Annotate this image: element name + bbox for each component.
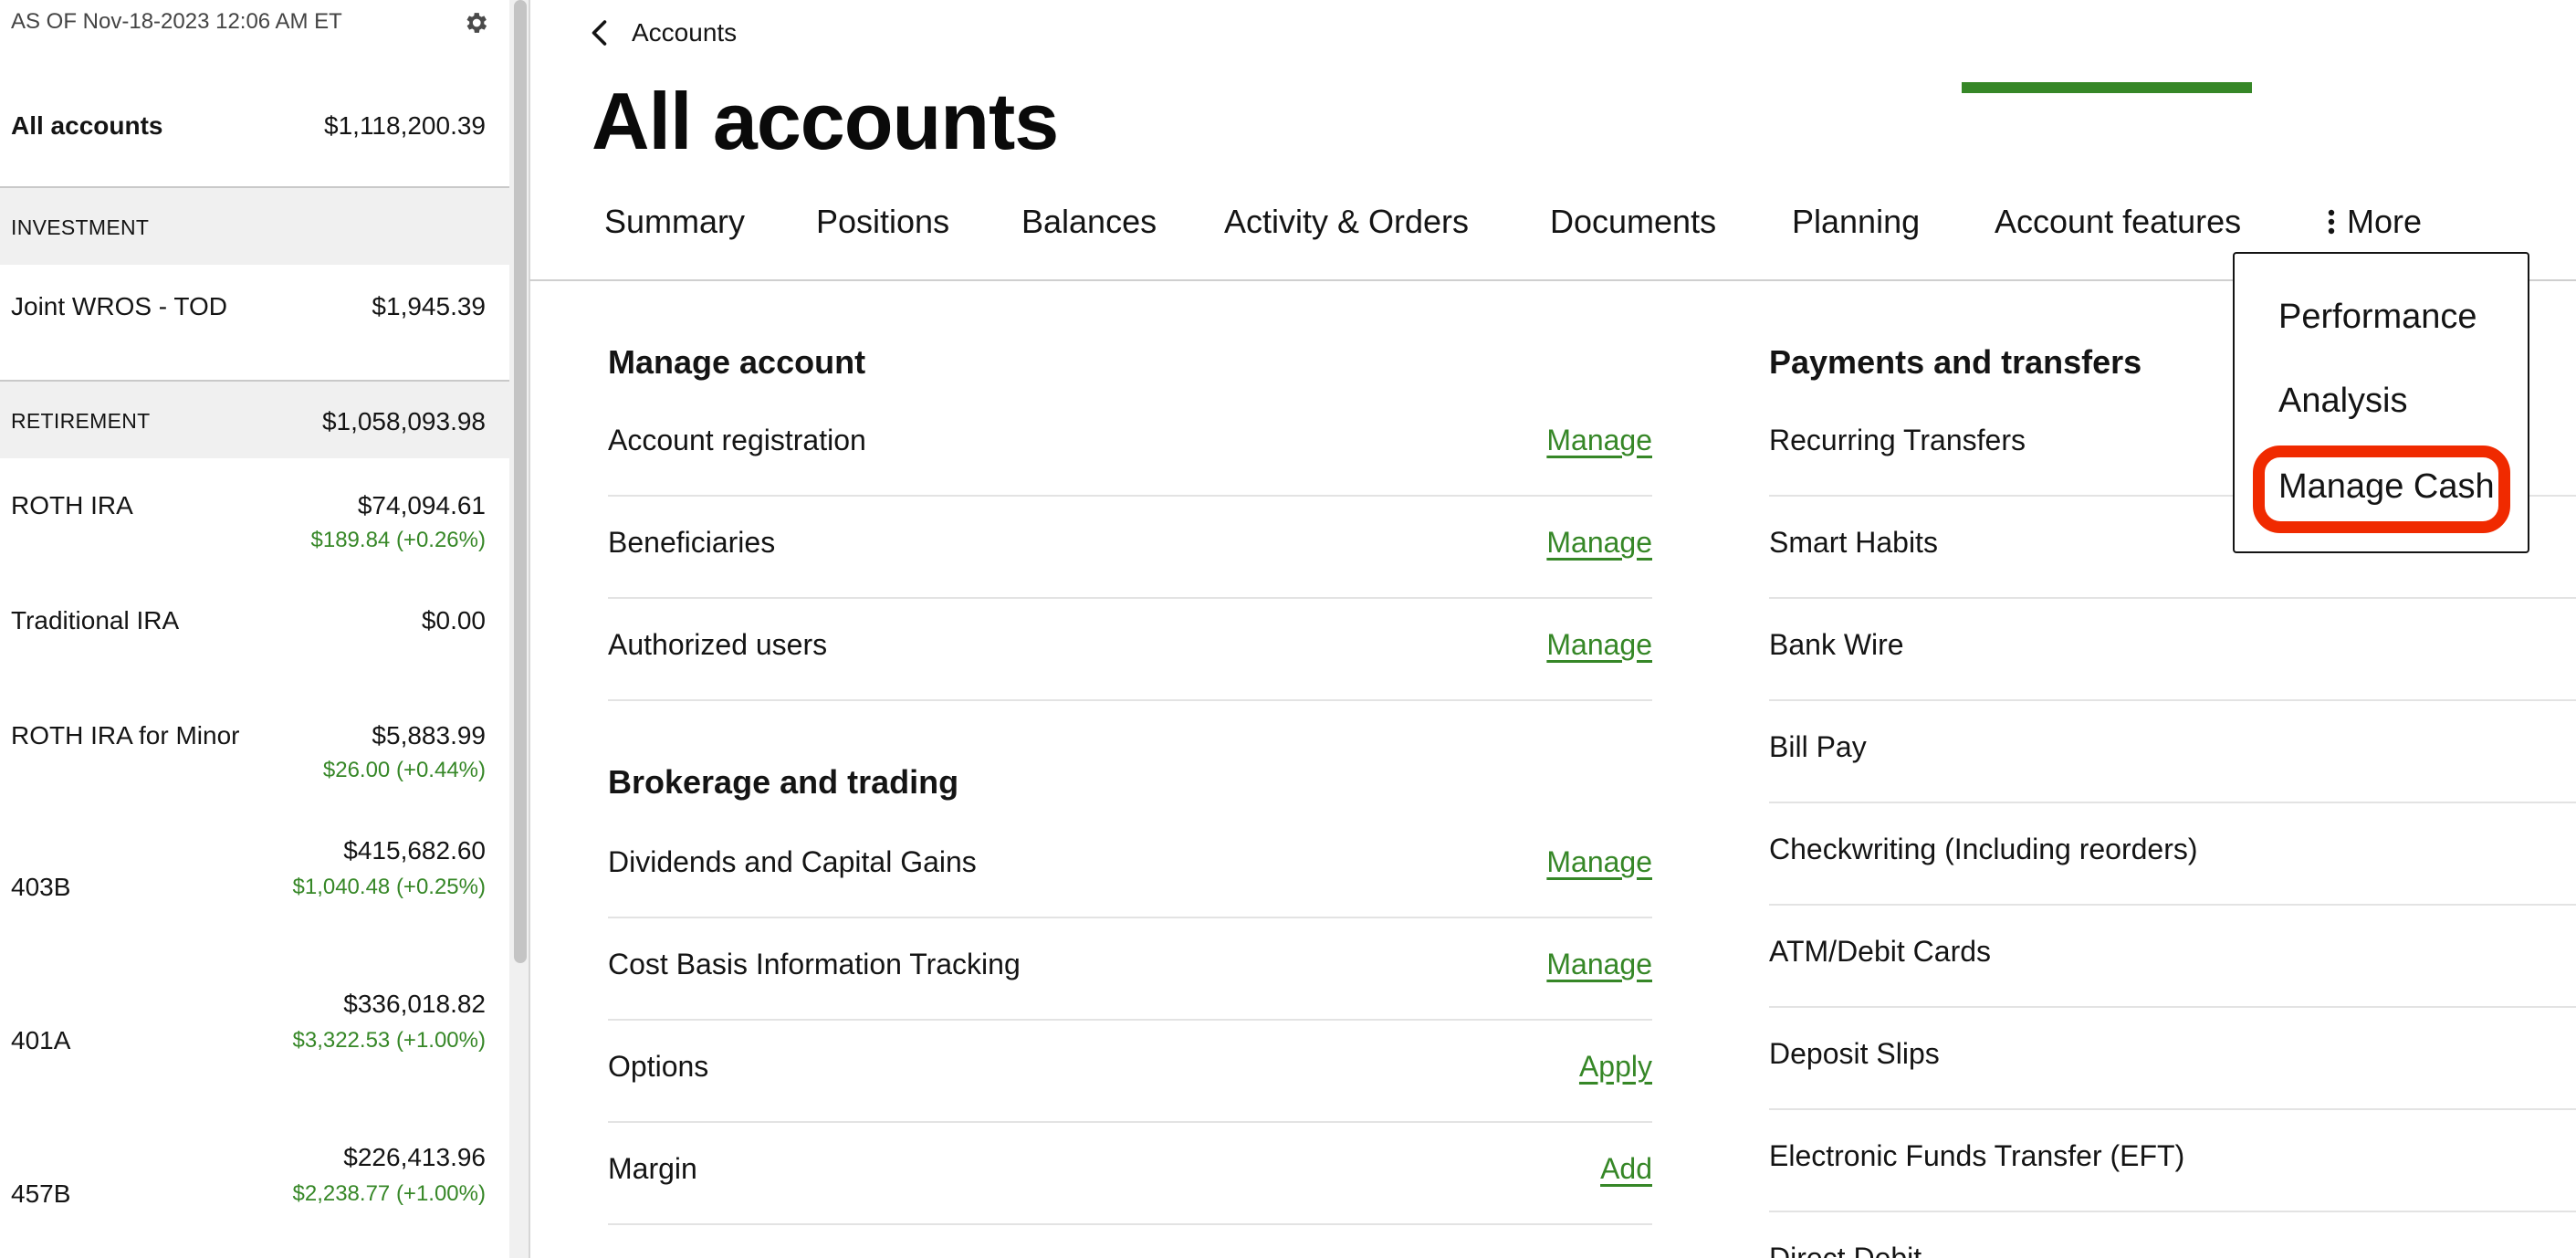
account-name: 401A bbox=[11, 1026, 71, 1054]
feature-row-direct-debit[interactable]: Direct Debit bbox=[1769, 1212, 2576, 1258]
feature-row-dividends: Dividends and Capital Gains Manage bbox=[608, 816, 1652, 918]
tab-positions[interactable]: Positions bbox=[816, 203, 949, 241]
account-value: $226,413.96 bbox=[343, 1143, 486, 1171]
account-row-403b[interactable]: 403B $415,682.60 $1,040.48 (+0.25%) bbox=[0, 803, 509, 957]
accounts-sidebar: AS OF Nov-18-2023 12:06 AM ET All accoun… bbox=[0, 0, 529, 1258]
feature-label: Authorized users bbox=[608, 628, 828, 661]
feature-label: Dividends and Capital Gains bbox=[608, 845, 977, 878]
payments-heading: Payments and transfers bbox=[1769, 343, 2142, 381]
menu-item-performance[interactable]: Performance bbox=[2278, 298, 2477, 337]
feature-label: Options bbox=[608, 1050, 709, 1083]
feature-label: Recurring Transfers bbox=[1769, 424, 2026, 456]
account-value: $5,883.99 bbox=[372, 721, 486, 750]
feature-label: ATM/Debit Cards bbox=[1769, 935, 1992, 968]
feature-row-account-registration: Account registration Manage bbox=[608, 394, 1652, 497]
manage-link[interactable]: Manage bbox=[1546, 424, 1652, 457]
more-dropdown-menu: Performance Analysis Manage Cash bbox=[2233, 252, 2529, 553]
feature-label: Margin bbox=[608, 1152, 697, 1185]
retirement-total: $1,058,093.98 bbox=[321, 407, 486, 435]
feature-label: Beneficiaries bbox=[608, 526, 776, 559]
feature-label: Electronic Funds Transfer (EFT) bbox=[1769, 1139, 2185, 1172]
feature-label: Smart Habits bbox=[1769, 526, 1938, 559]
all-accounts-value: $1,118,200.39 bbox=[324, 111, 486, 140]
account-value: $74,094.61 bbox=[357, 491, 486, 519]
retirement-section-header[interactable]: RETIREMENT $1,058,093.98 bbox=[0, 380, 509, 458]
manage-link[interactable]: Manage bbox=[1546, 948, 1652, 981]
tab-documents[interactable]: Documents bbox=[1550, 203, 1716, 241]
feature-row-eft[interactable]: Electronic Funds Transfer (EFT) bbox=[1769, 1110, 2576, 1212]
tab-activity-orders[interactable]: Activity & Orders bbox=[1224, 203, 1469, 241]
feature-row-checkwriting[interactable]: Checkwriting (Including reorders) bbox=[1769, 803, 2576, 906]
feature-row-bank-wire[interactable]: Bank Wire bbox=[1769, 599, 2576, 701]
account-row-roth-ira[interactable]: ROTH IRA $74,094.61 $189.84 (+0.26%) bbox=[0, 458, 509, 573]
feature-row-authorized-users: Authorized users Manage bbox=[608, 599, 1652, 701]
account-name: 403B bbox=[11, 873, 71, 901]
as-of-timestamp: AS OF Nov-18-2023 12:06 AM ET bbox=[11, 9, 342, 34]
feature-label: Bill Pay bbox=[1769, 730, 1867, 763]
account-change: $3,322.53 (+1.00%) bbox=[292, 1028, 487, 1053]
page-title: All accounts bbox=[592, 76, 1059, 166]
apply-link[interactable]: Apply bbox=[1579, 1050, 1652, 1084]
tab-planning[interactable]: Planning bbox=[1792, 203, 1920, 241]
manage-cash-highlight bbox=[2253, 446, 2510, 533]
sidebar-scrollbar-thumb[interactable] bbox=[514, 0, 527, 963]
manage-link[interactable]: Manage bbox=[1546, 845, 1652, 879]
feature-row-atm-debit[interactable]: ATM/Debit Cards bbox=[1769, 906, 2576, 1008]
account-row-401a[interactable]: 401A $336,018.82 $3,322.53 (+1.00%) bbox=[0, 957, 509, 1110]
account-value: $336,018.82 bbox=[343, 990, 486, 1018]
account-value: $415,682.60 bbox=[343, 836, 486, 865]
account-change: $1,040.48 (+0.25%) bbox=[292, 875, 487, 899]
feature-row-bill-pay[interactable]: Bill Pay bbox=[1769, 701, 2576, 803]
feature-label: Cost Basis Information Tracking bbox=[608, 948, 1021, 980]
manage-link[interactable]: Manage bbox=[1546, 526, 1652, 560]
menu-item-analysis[interactable]: Analysis bbox=[2278, 382, 2408, 421]
account-value: $0.00 bbox=[421, 606, 486, 634]
active-tab-indicator bbox=[1962, 82, 2252, 93]
feature-row-margin: Margin Add bbox=[608, 1123, 1652, 1225]
investment-label: INVESTMENT bbox=[11, 215, 150, 239]
investment-section-header: INVESTMENT bbox=[0, 186, 509, 265]
feature-label: Deposit Slips bbox=[1769, 1037, 1940, 1070]
account-change: $2,238.77 (+1.00%) bbox=[292, 1181, 487, 1206]
feature-row-beneficiaries: Beneficiaries Manage bbox=[608, 497, 1652, 599]
tab-summary[interactable]: Summary bbox=[604, 203, 745, 241]
manage-account-heading: Manage account bbox=[608, 343, 866, 381]
retirement-label: RETIREMENT bbox=[11, 409, 151, 433]
tab-balances[interactable]: Balances bbox=[1021, 203, 1157, 241]
chevron-left-icon bbox=[592, 20, 607, 46]
account-change: $189.84 (+0.26%) bbox=[310, 528, 486, 552]
account-value: $1,945.39 bbox=[372, 292, 486, 320]
add-link[interactable]: Add bbox=[1600, 1152, 1652, 1186]
account-row-roth-ira-minor[interactable]: ROTH IRA for Minor $5,883.99 $26.00 (+0.… bbox=[0, 688, 509, 803]
account-name: 457B bbox=[11, 1179, 71, 1208]
all-accounts-row[interactable]: All accounts $1,118,200.39 bbox=[0, 91, 509, 186]
vertical-dots-icon bbox=[2328, 209, 2335, 235]
feature-label: Direct Debit bbox=[1769, 1242, 1922, 1258]
tab-more[interactable]: More bbox=[2327, 203, 2422, 241]
account-name: Joint WROS - TOD bbox=[11, 292, 228, 320]
account-row-457b[interactable]: 457B $226,413.96 $2,238.77 (+1.00%) bbox=[0, 1110, 509, 1258]
account-row-traditional-ira[interactable]: Traditional IRA $0.00 bbox=[0, 573, 509, 688]
account-row-joint-wros[interactable]: Joint WROS - TOD $1,945.39 bbox=[0, 265, 509, 380]
account-change: $26.00 (+0.44%) bbox=[322, 758, 486, 782]
more-label: More bbox=[2347, 203, 2423, 240]
feature-label: Bank Wire bbox=[1769, 628, 1904, 661]
back-label[interactable]: Accounts bbox=[632, 18, 737, 47]
manage-link[interactable]: Manage bbox=[1546, 628, 1652, 662]
tab-account-features[interactable]: Account features bbox=[1995, 203, 2241, 241]
feature-label: Checkwriting (Including reorders) bbox=[1769, 833, 2198, 865]
brokerage-heading: Brokerage and trading bbox=[608, 763, 959, 801]
gear-icon[interactable] bbox=[462, 9, 489, 37]
feature-label: Account registration bbox=[608, 424, 866, 456]
account-name: ROTH IRA for Minor bbox=[11, 721, 240, 750]
back-to-accounts-link[interactable] bbox=[584, 16, 617, 49]
feature-row-deposit-slips[interactable]: Deposit Slips bbox=[1769, 1008, 2576, 1110]
account-name: ROTH IRA bbox=[11, 491, 133, 519]
all-accounts-label: All accounts bbox=[11, 111, 163, 140]
feature-row-cost-basis: Cost Basis Information Tracking Manage bbox=[608, 918, 1652, 1021]
sidebar-divider bbox=[529, 0, 530, 1258]
feature-row-options: Options Apply bbox=[608, 1021, 1652, 1123]
account-name: Traditional IRA bbox=[11, 606, 180, 634]
